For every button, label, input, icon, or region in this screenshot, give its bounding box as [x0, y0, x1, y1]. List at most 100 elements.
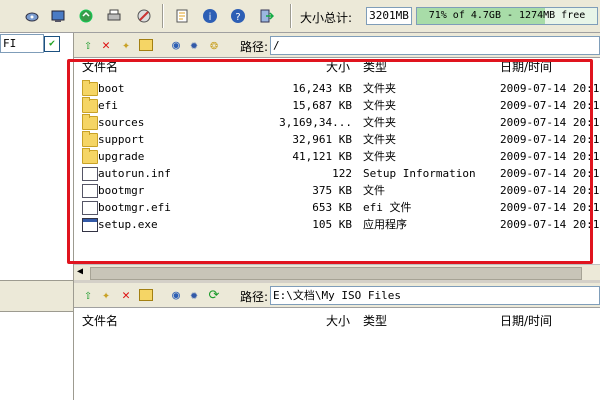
total-size-label: 大小总计: — [300, 11, 353, 25]
file-type: efi 文件 — [363, 201, 412, 214]
svg-text:i: i — [209, 12, 212, 23]
file-icon — [82, 167, 98, 181]
column-header-name[interactable]: 文件名 — [82, 58, 118, 76]
table-row[interactable]: autorun.inf 122 Setup Information 2009-07-1… — [74, 165, 600, 182]
file-date: 2009-07-14 20:1 — [500, 116, 600, 129]
file-name: bootmgr.efi — [98, 201, 171, 214]
folder-icon — [82, 80, 98, 96]
file-name: sources — [98, 116, 145, 129]
file-name: boot — [98, 82, 125, 95]
upper-pane-toolbar: ⇧ ✕ ✦ ◉ ✹ ❂ 路径: / — [74, 33, 600, 58]
file-size: 16,243 KB — [292, 82, 352, 95]
delete-icon[interactable]: ✕ — [118, 287, 134, 303]
file-type: 文件夹 — [363, 116, 396, 129]
path-field[interactable]: / — [270, 36, 600, 55]
file-date: 2009-07-14 20:1 — [500, 150, 600, 163]
svg-text:?: ? — [235, 12, 240, 23]
folder-icon — [82, 114, 98, 130]
file-date: 2009-07-14 20:1 — [500, 218, 600, 231]
upper-file-list[interactable]: 文件名 大小 类型 日期/时间 boot 16,243 KB 文件夹 2009-07-… — [74, 58, 600, 264]
column-header-name[interactable]: 文件名 — [82, 312, 118, 330]
left-tree-pane[interactable] — [0, 33, 74, 400]
column-header-date[interactable]: 日期/时间 — [500, 58, 552, 76]
path-label: 路径: — [240, 290, 269, 304]
exit-icon[interactable] — [256, 6, 276, 26]
file-date: 2009-07-14 20:1 — [500, 99, 600, 112]
column-header-date[interactable]: 日期/时间 — [500, 312, 552, 330]
application-icon — [82, 218, 98, 232]
column-header-type[interactable]: 类型 — [363, 312, 387, 330]
refresh-icon[interactable] — [76, 6, 96, 26]
file-size: 15,687 KB — [292, 99, 352, 112]
file-name: upgrade — [98, 150, 145, 163]
table-row[interactable]: support 32,961 KB 文件夹 2009-07-14 20:1 — [74, 131, 600, 148]
file-date: 2009-07-14 20:1 — [500, 133, 600, 146]
capacity-text: 71% of 4.7GB - 1274MB free — [428, 10, 586, 21]
column-header-type[interactable]: 类型 — [363, 58, 387, 76]
table-row[interactable]: sources 3,169,34... 文件夹 2009-07-14 20:1 — [74, 114, 600, 131]
check-icon[interactable]: ✔ — [44, 36, 60, 52]
file-type: 文件夹 — [363, 150, 396, 163]
help-icon[interactable]: ? — [228, 6, 248, 26]
properties-icon[interactable] — [172, 6, 192, 26]
file-size: 653 KB — [312, 201, 352, 214]
file-type: 文件 — [363, 184, 385, 197]
scroll-left-icon[interactable]: ◀ — [77, 266, 83, 277]
horizontal-scrollbar[interactable]: ◀ — [74, 264, 600, 280]
print-icon[interactable] — [104, 6, 124, 26]
toolbar-separator — [290, 4, 292, 28]
info-icon[interactable]: i — [200, 6, 220, 26]
file-size: 375 KB — [312, 184, 352, 197]
file-type: 文件夹 — [363, 133, 396, 146]
file-icon — [82, 201, 98, 215]
table-row[interactable]: setup.exe 105 KB 应用程序 2009-07-14 20:1 — [74, 216, 600, 233]
volume-label-field[interactable]: FI — [0, 34, 44, 53]
refresh-icon[interactable]: ⟳ — [206, 287, 222, 303]
settings-icon[interactable]: ✹ — [186, 287, 202, 303]
capacity-bar: 71% of 4.7GB - 1274MB free — [416, 7, 598, 25]
folder-icon — [82, 148, 98, 164]
file-size: 105 KB — [312, 218, 352, 231]
delete-icon[interactable]: ✕ — [98, 37, 114, 53]
file-size: 32,961 KB — [292, 133, 352, 146]
lower-file-list[interactable]: 文件名 大小 类型 日期/时间 — [74, 308, 600, 400]
file-type: 文件夹 — [363, 99, 396, 112]
rename-icon[interactable] — [138, 287, 154, 303]
column-header-size[interactable]: 大小 — [326, 58, 350, 76]
file-size: 41,121 KB — [292, 150, 352, 163]
rename-icon[interactable] — [138, 37, 154, 53]
scrollbar-thumb[interactable] — [90, 267, 582, 280]
globe-icon[interactable]: ◉ — [168, 287, 184, 303]
file-type: Setup Information — [363, 167, 476, 180]
file-date: 2009-07-14 20:1 — [500, 82, 600, 95]
file-type: 应用程序 — [363, 218, 407, 231]
table-row[interactable]: boot 16,243 KB 文件夹 2009-07-14 20:1 — [74, 80, 600, 97]
table-row[interactable]: upgrade 41,121 KB 文件夹 2009-07-14 20:1 — [74, 148, 600, 165]
eject-icon[interactable] — [22, 6, 42, 26]
new-folder-icon[interactable]: ✦ — [118, 37, 134, 53]
file-type: 文件夹 — [363, 82, 396, 95]
path-field[interactable]: E:\文档\My ISO Files — [270, 286, 600, 305]
file-date: 2009-07-14 20:1 — [500, 184, 600, 197]
lower-pane-toolbar: ⇧ ✦ ✕ ◉ ✹ ⟳ 路径: E:\文档\My ISO Files — [74, 283, 600, 308]
file-icon — [82, 184, 98, 198]
globe-icon[interactable]: ◉ — [168, 37, 184, 53]
table-row[interactable]: efi 15,687 KB 文件夹 2009-07-14 20:1 — [74, 97, 600, 114]
up-folder-icon[interactable]: ⇧ — [80, 37, 96, 53]
left-pane-divider — [0, 280, 73, 312]
file-size: 3,169,34... — [279, 116, 352, 129]
stop-icon[interactable] — [134, 6, 154, 26]
column-header-size[interactable]: 大小 — [326, 312, 350, 330]
folder-icon — [82, 131, 98, 147]
table-row[interactable]: bootmgr.efi 653 KB efi 文件 2009-07-14 20:1 — [74, 199, 600, 216]
burn-icon[interactable] — [48, 6, 68, 26]
file-date: 2009-07-14 20:1 — [500, 167, 600, 180]
up-folder-icon[interactable]: ⇧ — [80, 287, 96, 303]
sync-icon[interactable]: ❂ — [206, 37, 222, 53]
settings-icon[interactable]: ✹ — [186, 37, 202, 53]
file-size: 122 — [332, 167, 352, 180]
file-date: 2009-07-14 20:1 — [500, 201, 600, 214]
new-folder-icon[interactable]: ✦ — [98, 287, 114, 303]
file-name: efi — [98, 99, 118, 112]
table-row[interactable]: bootmgr 375 KB 文件 2009-07-14 20:1 — [74, 182, 600, 199]
